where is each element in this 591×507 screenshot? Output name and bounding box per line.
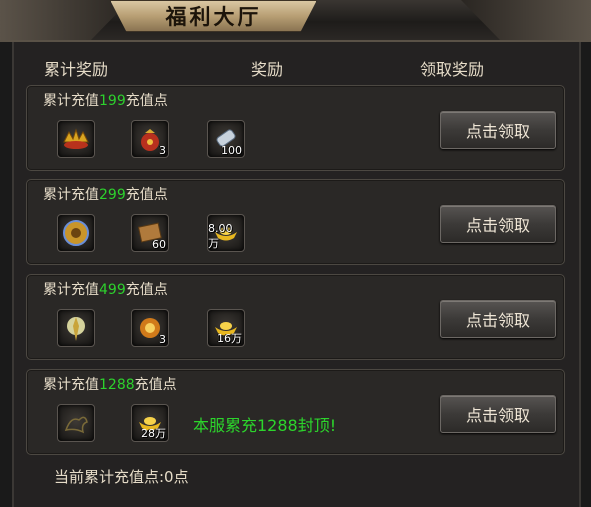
tier-title: 累计充值1288充值点: [43, 377, 177, 393]
tier-amount: 1288: [99, 377, 135, 393]
column-header-row: 累计奖励 奖励 领取奖励: [22, 50, 574, 80]
frame-ornament-left: [0, 0, 130, 40]
golden-shield-icon[interactable]: [57, 214, 95, 252]
reward-tier-row: 累计充值1288充值点 28万 本服累充1288封顶! 点击领取: [26, 369, 565, 455]
current-points-label: 当前累计充值点:0点: [54, 468, 189, 486]
parchment-icon[interactable]: 60: [131, 214, 169, 252]
column-header-cumulative: 累计奖励: [44, 60, 109, 79]
window-title: 福利大厅: [165, 4, 262, 29]
item-count: 60: [152, 238, 166, 251]
dragon-silhouette-icon[interactable]: [57, 404, 95, 442]
tier-amount: 499: [99, 282, 126, 298]
scroll-icon[interactable]: 100: [207, 120, 245, 158]
cap-notice: 本服累充1288封顶!: [193, 416, 337, 435]
treasure-bag-icon[interactable]: 3: [131, 120, 169, 158]
claim-button[interactable]: 点击领取: [440, 111, 556, 149]
claim-button[interactable]: 点击领取: [440, 205, 556, 243]
fire-orb-icon[interactable]: 3: [131, 309, 169, 347]
tier-title: 累计充值499充值点: [43, 282, 168, 298]
frame-ornament-right: [461, 0, 591, 40]
title-plate: 福利大厅: [110, 0, 317, 32]
item-count: 8.00万: [208, 222, 233, 250]
reward-tier-row: 累计充值299充值点 60 8.00万 点击领取: [26, 179, 565, 265]
claim-button[interactable]: 点击领取: [440, 395, 556, 433]
golden-crown-icon[interactable]: [57, 120, 95, 158]
column-header-claim: 领取奖励: [420, 60, 485, 79]
item-count: 100: [221, 144, 242, 157]
gold-ingot-icon[interactable]: 28万: [131, 404, 169, 442]
tier-amount: 299: [99, 187, 126, 203]
tier-title: 累计充值199充值点: [43, 93, 168, 109]
gold-ingot-icon[interactable]: 16万: [207, 309, 245, 347]
item-count: 3: [159, 333, 166, 346]
column-header-rewards: 奖励: [251, 60, 284, 79]
tier-title: 累计充值299充值点: [43, 187, 168, 203]
gold-ingot-icon[interactable]: 8.00万: [207, 214, 245, 252]
item-count: 3: [159, 144, 166, 157]
reward-tier-row: 累计充值499充值点 3 16万 点击领取: [26, 274, 565, 360]
item-count: 16万: [217, 332, 242, 345]
title-bar: 福利大厅: [0, 0, 591, 42]
claim-button[interactable]: 点击领取: [440, 300, 556, 338]
item-count: 28万: [141, 427, 166, 440]
glowing-emblem-icon[interactable]: [57, 309, 95, 347]
reward-tier-row: 累计充值199充值点 3 100 点击领取: [26, 85, 565, 171]
tier-amount: 199: [99, 93, 126, 109]
